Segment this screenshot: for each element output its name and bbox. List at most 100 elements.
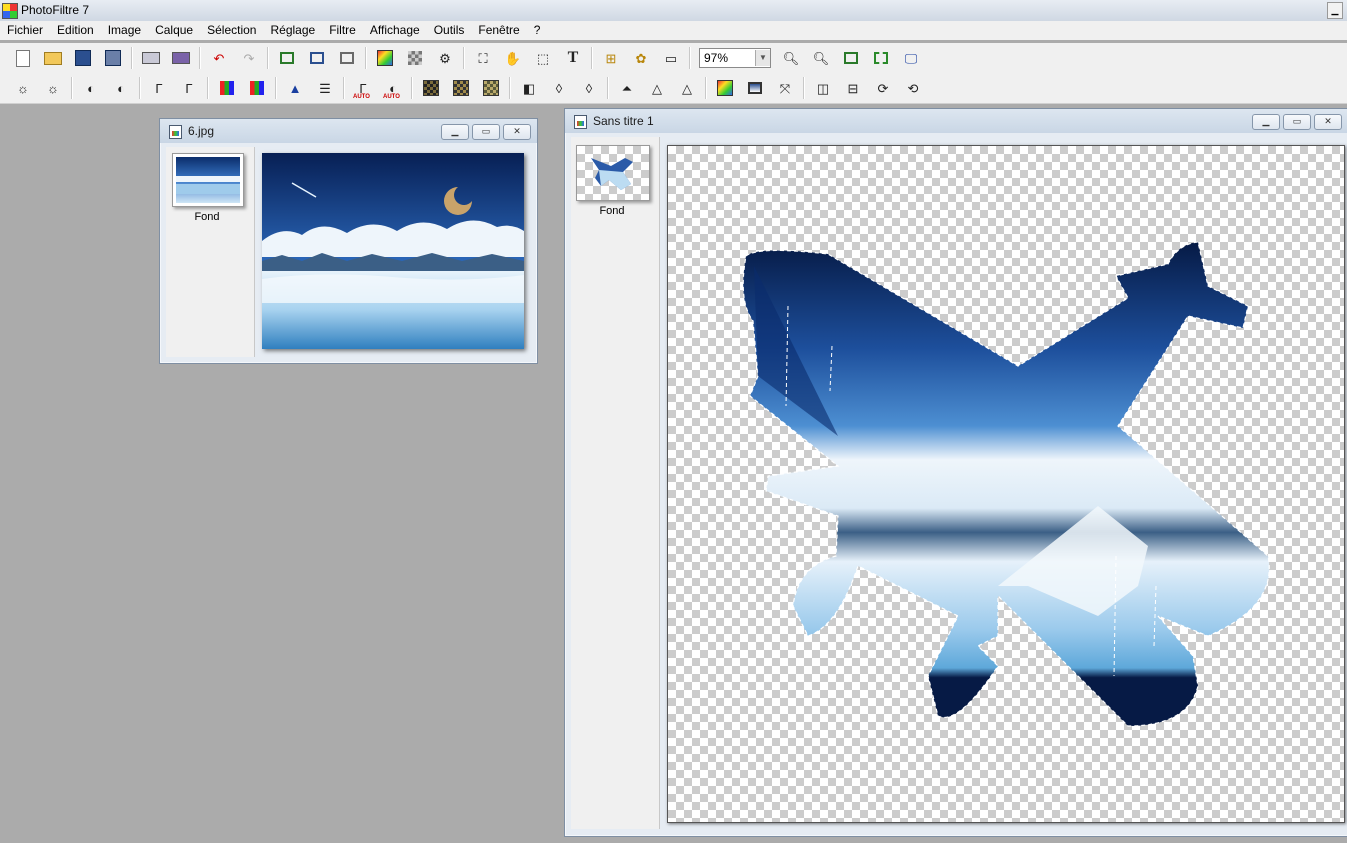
image-file-icon <box>169 125 182 139</box>
zoom-out-icon[interactable]: 🔍︎ <box>810 47 832 69</box>
triangle-icon[interactable]: △ <box>646 77 668 99</box>
source-image-window[interactable]: 6.jpg ▁ ▭ ✕ Fond <box>159 118 538 364</box>
airplane-selection <box>742 241 1270 727</box>
layer-thumbnail[interactable] <box>576 145 650 201</box>
auto-levels-icon[interactable]: Γ AUTO <box>352 77 374 101</box>
contrast-minus-icon[interactable]: ◐ <box>80 77 102 99</box>
toolbar-separator <box>139 77 141 99</box>
automation-icon[interactable]: ⚙ <box>434 47 456 69</box>
menu-help[interactable]: ? <box>527 21 548 40</box>
app-title-bar: PhotoFiltre 7 ▁ <box>0 0 1347 22</box>
restore-window-button[interactable]: ▭ <box>472 124 500 140</box>
adjust-icon[interactable]: ☰ <box>314 77 336 99</box>
zoom-in-icon[interactable]: 🔍︎ <box>780 47 802 69</box>
blur-filter-icon[interactable] <box>420 77 442 99</box>
color-mode-icon[interactable] <box>374 47 396 69</box>
close-window-button[interactable]: ✕ <box>1314 114 1342 130</box>
triangle-outline-icon[interactable]: △ <box>676 77 698 99</box>
zoom-value: 97% <box>704 51 729 65</box>
fullscreen-icon[interactable]: 🖵︎ <box>900 47 922 69</box>
close-window-button[interactable]: ✕ <box>503 124 531 140</box>
flip-horizontal-icon[interactable]: ◫ <box>812 77 834 99</box>
toolbar-separator <box>689 47 691 69</box>
rotate-free-icon[interactable]: ⟲ <box>902 77 924 99</box>
new-document-icon[interactable] <box>12 47 34 69</box>
contrast-plus-icon[interactable]: ◐ <box>110 77 132 99</box>
text-tool-icon[interactable]: T <box>562 47 584 69</box>
flip-vertical-icon[interactable]: ⊟ <box>842 77 864 99</box>
transform-icon[interactable]: ⤧ <box>774 77 796 99</box>
sharpen-filter-icon[interactable] <box>450 77 472 99</box>
target-window-title: Sans titre 1 <box>593 114 654 128</box>
toolbar-separator <box>131 47 133 69</box>
layer-thumbnail-image <box>591 158 633 190</box>
minimize-button[interactable]: ▁ <box>1327 2 1343 19</box>
window-icon[interactable]: ▭ <box>660 47 682 69</box>
source-photo <box>262 153 524 349</box>
main-toolbar: ↶ ↷ ⚙ ⛶ ✋ ⬚ T ⊞ ✿ ▭ 97% ▼ 🔍︎ 🔍︎ 🖵︎ <box>0 43 1347 73</box>
menu-fenetre[interactable]: Fenêtre <box>471 21 526 40</box>
toolbar-separator <box>343 77 345 99</box>
menu-fichier[interactable]: Fichier <box>0 21 50 40</box>
toolbar-separator <box>199 47 201 69</box>
scanner-icon[interactable] <box>170 47 192 69</box>
menu-selection[interactable]: Sélection <box>200 21 263 40</box>
crop-selection-icon[interactable]: ⬚ <box>532 47 554 69</box>
gamma-plus-icon[interactable]: Γ <box>178 77 200 99</box>
border-filter-icon[interactable]: ◧ <box>518 77 540 99</box>
layer-thumbnail[interactable] <box>172 153 244 207</box>
menu-outils[interactable]: Outils <box>427 21 472 40</box>
levels-icon[interactable]: ▲ <box>284 77 306 99</box>
target-canvas[interactable] <box>667 145 1345 823</box>
auto-contrast-icon[interactable]: ◐ AUTO <box>382 77 404 101</box>
menu-calque[interactable]: Calque <box>148 21 200 40</box>
layers-panel: Fond <box>571 137 660 829</box>
selection-tool-icon[interactable]: ⛶ <box>472 47 494 69</box>
drop-plus-icon[interactable]: ◊ <box>578 77 600 99</box>
explorer-icon[interactable]: ⊞ <box>600 47 622 69</box>
save-as-icon[interactable] <box>102 47 124 69</box>
lasso-tool-icon[interactable]: ✋ <box>502 47 524 69</box>
chevron-down-icon[interactable]: ▼ <box>755 50 770 66</box>
fit-to-window-icon[interactable] <box>870 47 892 69</box>
menu-reglage[interactable]: Réglage <box>263 21 322 40</box>
fade-icon[interactable] <box>744 77 766 99</box>
menu-filtre[interactable]: Filtre <box>322 21 363 40</box>
print-icon[interactable] <box>140 47 162 69</box>
image-file-icon <box>574 115 587 129</box>
emboss-icon[interactable]: ⏶ <box>616 77 638 99</box>
plugins-icon[interactable]: ✿ <box>630 47 652 69</box>
canvas-size-icon[interactable] <box>306 47 328 69</box>
app-icon[interactable] <box>2 3 18 19</box>
brightness-minus-icon[interactable]: ☼ <box>12 77 34 99</box>
gamma-minus-icon[interactable]: Γ <box>148 77 170 99</box>
open-folder-icon[interactable] <box>42 47 64 69</box>
image-resize-icon[interactable] <box>276 47 298 69</box>
actual-size-icon[interactable] <box>840 47 862 69</box>
undo-icon[interactable]: ↶ <box>208 47 230 69</box>
minimize-window-button[interactable]: ▁ <box>441 124 469 140</box>
menu-image[interactable]: Image <box>101 21 148 40</box>
saturation-plus-icon[interactable] <box>246 77 268 99</box>
minimize-window-button[interactable]: ▁ <box>1252 114 1280 130</box>
menu-affichage[interactable]: Affichage <box>363 21 427 40</box>
brightness-plus-icon[interactable]: ☼ <box>42 77 64 99</box>
target-image-window[interactable]: Sans titre 1 ▁ ▭ ✕ Fond <box>564 108 1347 837</box>
rotate-icon[interactable]: ⟳ <box>872 77 894 99</box>
menu-bar: Fichier Edition Image Calque Sélection R… <box>0 21 1347 40</box>
menu-edition[interactable]: Edition <box>50 21 101 40</box>
drop-icon[interactable]: ◊ <box>548 77 570 99</box>
crop-image-icon[interactable] <box>336 47 358 69</box>
layer-name: Fond <box>194 211 220 223</box>
source-canvas[interactable] <box>262 153 524 349</box>
saturation-minus-icon[interactable] <box>216 77 238 99</box>
target-window-title-bar[interactable]: Sans titre 1 ▁ ▭ ✕ <box>565 109 1347 133</box>
restore-window-button[interactable]: ▭ <box>1283 114 1311 130</box>
redo-icon[interactable]: ↷ <box>238 47 260 69</box>
grayscale-icon[interactable] <box>404 47 426 69</box>
noise-filter-icon[interactable] <box>480 77 502 99</box>
source-window-title-bar[interactable]: 6.jpg ▁ ▭ ✕ <box>160 119 537 143</box>
save-icon[interactable] <box>72 47 94 69</box>
zoom-select[interactable]: 97% ▼ <box>699 48 771 68</box>
color-balance-icon[interactable] <box>714 77 736 99</box>
